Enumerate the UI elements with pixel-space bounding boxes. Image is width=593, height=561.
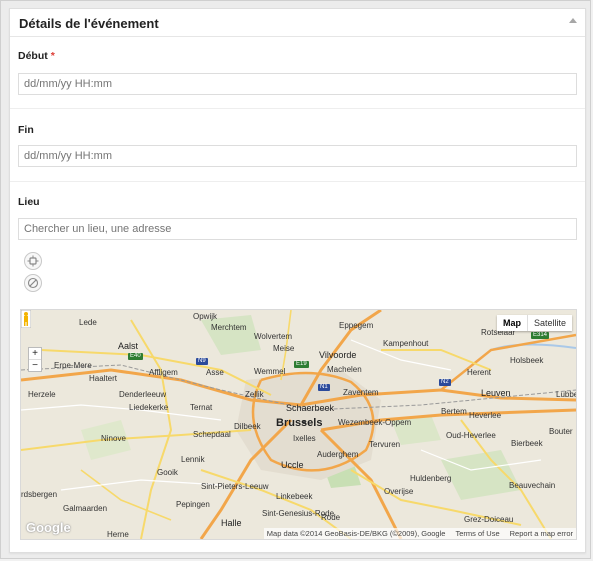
map-label: Machelen <box>327 365 362 374</box>
compass-icon <box>27 277 39 289</box>
end-field: Fin <box>10 108 585 181</box>
zoom-out-button[interactable]: − <box>29 359 41 371</box>
map-label: Lennik <box>181 455 205 464</box>
map-label-leuven: Leuven <box>481 388 511 398</box>
map-label: Grez-Doiceau <box>464 515 514 524</box>
start-field: Début * <box>10 37 585 107</box>
location-map[interactable]: Brussels Schaerbeek Leuven Aalst Vilvoor… <box>20 309 577 540</box>
map-label: Galmaarden <box>63 504 108 513</box>
map-label: Bierbeek <box>511 439 543 448</box>
map-label: Halle <box>221 518 242 528</box>
map-label: Haaltert <box>89 374 118 383</box>
map-label: Dilbeek <box>234 422 261 431</box>
terms-of-use-link[interactable]: Terms of Use <box>455 529 499 538</box>
map-label: Tervuren <box>369 440 401 449</box>
google-logo[interactable]: Google <box>26 520 71 535</box>
map-label: Erpe-Mere <box>54 361 92 370</box>
map-label: Liedekerke <box>129 403 169 412</box>
map-label: Ternat <box>190 403 213 412</box>
box-title: Détails de l'événement <box>19 16 159 31</box>
map-label: Schepdaal <box>193 430 231 439</box>
road-shield: E40 <box>128 353 143 360</box>
map-label: Herzele <box>28 390 56 399</box>
window-frame: Détails de l'événement Début* Fin Lieu <box>0 0 591 559</box>
map-label: Affligem <box>149 368 178 377</box>
map-label: Meise <box>273 344 295 353</box>
report-map-error-link[interactable]: Report a map error <box>510 529 573 538</box>
box-header[interactable]: Détails de l'événement <box>10 9 585 37</box>
map-label: Oud-Heverlee <box>446 431 496 440</box>
map-label: Auderghem <box>317 450 359 459</box>
map-label: Wemmel <box>254 367 286 376</box>
map-label: Overijse <box>384 487 414 496</box>
map-label: Ixelles <box>293 434 316 443</box>
map-label: Lede <box>79 318 97 327</box>
map-label: Sint-Pieters-Leeuw <box>201 482 269 491</box>
map-label: Bouter <box>549 427 573 436</box>
map-label: Rode <box>321 513 341 522</box>
road-shield: E314 <box>531 332 550 339</box>
map-attribution: Map data ©2014 GeoBasis-DE/BKG (©2009), … <box>263 528 576 539</box>
map-label: Pepingen <box>176 500 210 509</box>
map-label: Holsbeek <box>510 356 544 365</box>
map-label: Lubbe <box>556 390 577 399</box>
road-shield: N9 <box>196 358 208 365</box>
map-label: Wezembeek-Oppem <box>338 418 412 427</box>
start-label: Début * <box>18 50 55 62</box>
map-label-aalst: Aalst <box>118 341 139 351</box>
map-label: Kampenhout <box>383 339 429 348</box>
road-shield: N1 <box>318 384 330 391</box>
map-label-uccle: Uccle <box>281 460 304 470</box>
road-shield: E19 <box>294 361 309 368</box>
map-label: Merchtem <box>211 323 247 332</box>
map-label: Denderleeuw <box>119 390 167 399</box>
map-label: Asse <box>206 368 224 377</box>
map-data-credit: Map data ©2014 GeoBasis-DE/BKG (©2009), … <box>266 529 446 538</box>
map-type-satellite-button[interactable]: Satellite <box>526 315 572 331</box>
map-label-vilvoorde: Vilvoorde <box>319 350 357 360</box>
crosshair-icon <box>27 255 39 267</box>
place-search-input[interactable] <box>18 218 577 240</box>
map-label: Beauvechain <box>509 481 556 490</box>
map-label: Heverlee <box>469 411 502 420</box>
required-mark: * <box>50 50 55 62</box>
map-label: Herne <box>107 530 129 539</box>
map-label: Huldenberg <box>410 474 452 483</box>
map-label: Wolvertem <box>254 332 293 341</box>
clear-location-button[interactable] <box>24 274 42 292</box>
map-label: Herent <box>467 368 492 377</box>
map-type-map-button[interactable]: Map <box>496 315 527 331</box>
map-label-schaerbeek: Schaerbeek <box>286 403 335 413</box>
map-label: Ninove <box>101 434 126 443</box>
start-date-input[interactable] <box>18 73 577 95</box>
place-label: Lieu <box>18 196 40 208</box>
zoom-in-button[interactable]: + <box>29 348 41 359</box>
road-shield: N2 <box>439 379 451 386</box>
map-label: Eppegem <box>339 321 374 330</box>
locate-me-button[interactable] <box>24 252 42 270</box>
collapse-arrow-icon[interactable] <box>569 18 577 23</box>
map-label-brussels: Brussels <box>276 417 323 429</box>
map-label: rdsbergen <box>21 490 58 499</box>
map-label: Bertem <box>441 407 467 416</box>
zoom-control: + − <box>28 347 42 372</box>
event-details-box: Détails de l'événement Début* Fin Lieu <box>9 8 586 553</box>
end-date-input[interactable] <box>18 145 577 167</box>
map-label: Linkebeek <box>276 492 313 501</box>
map-label: Opwijk <box>193 312 218 321</box>
map-label: Gooik <box>157 468 178 477</box>
map-type-control: Map Satellite <box>496 315 572 331</box>
end-label: Fin <box>18 124 34 136</box>
street-view-pegman-icon[interactable] <box>21 310 31 328</box>
map-label: Zellik <box>245 390 264 399</box>
start-label-text: Début <box>18 50 48 62</box>
map-label: Zaventem <box>343 388 379 397</box>
